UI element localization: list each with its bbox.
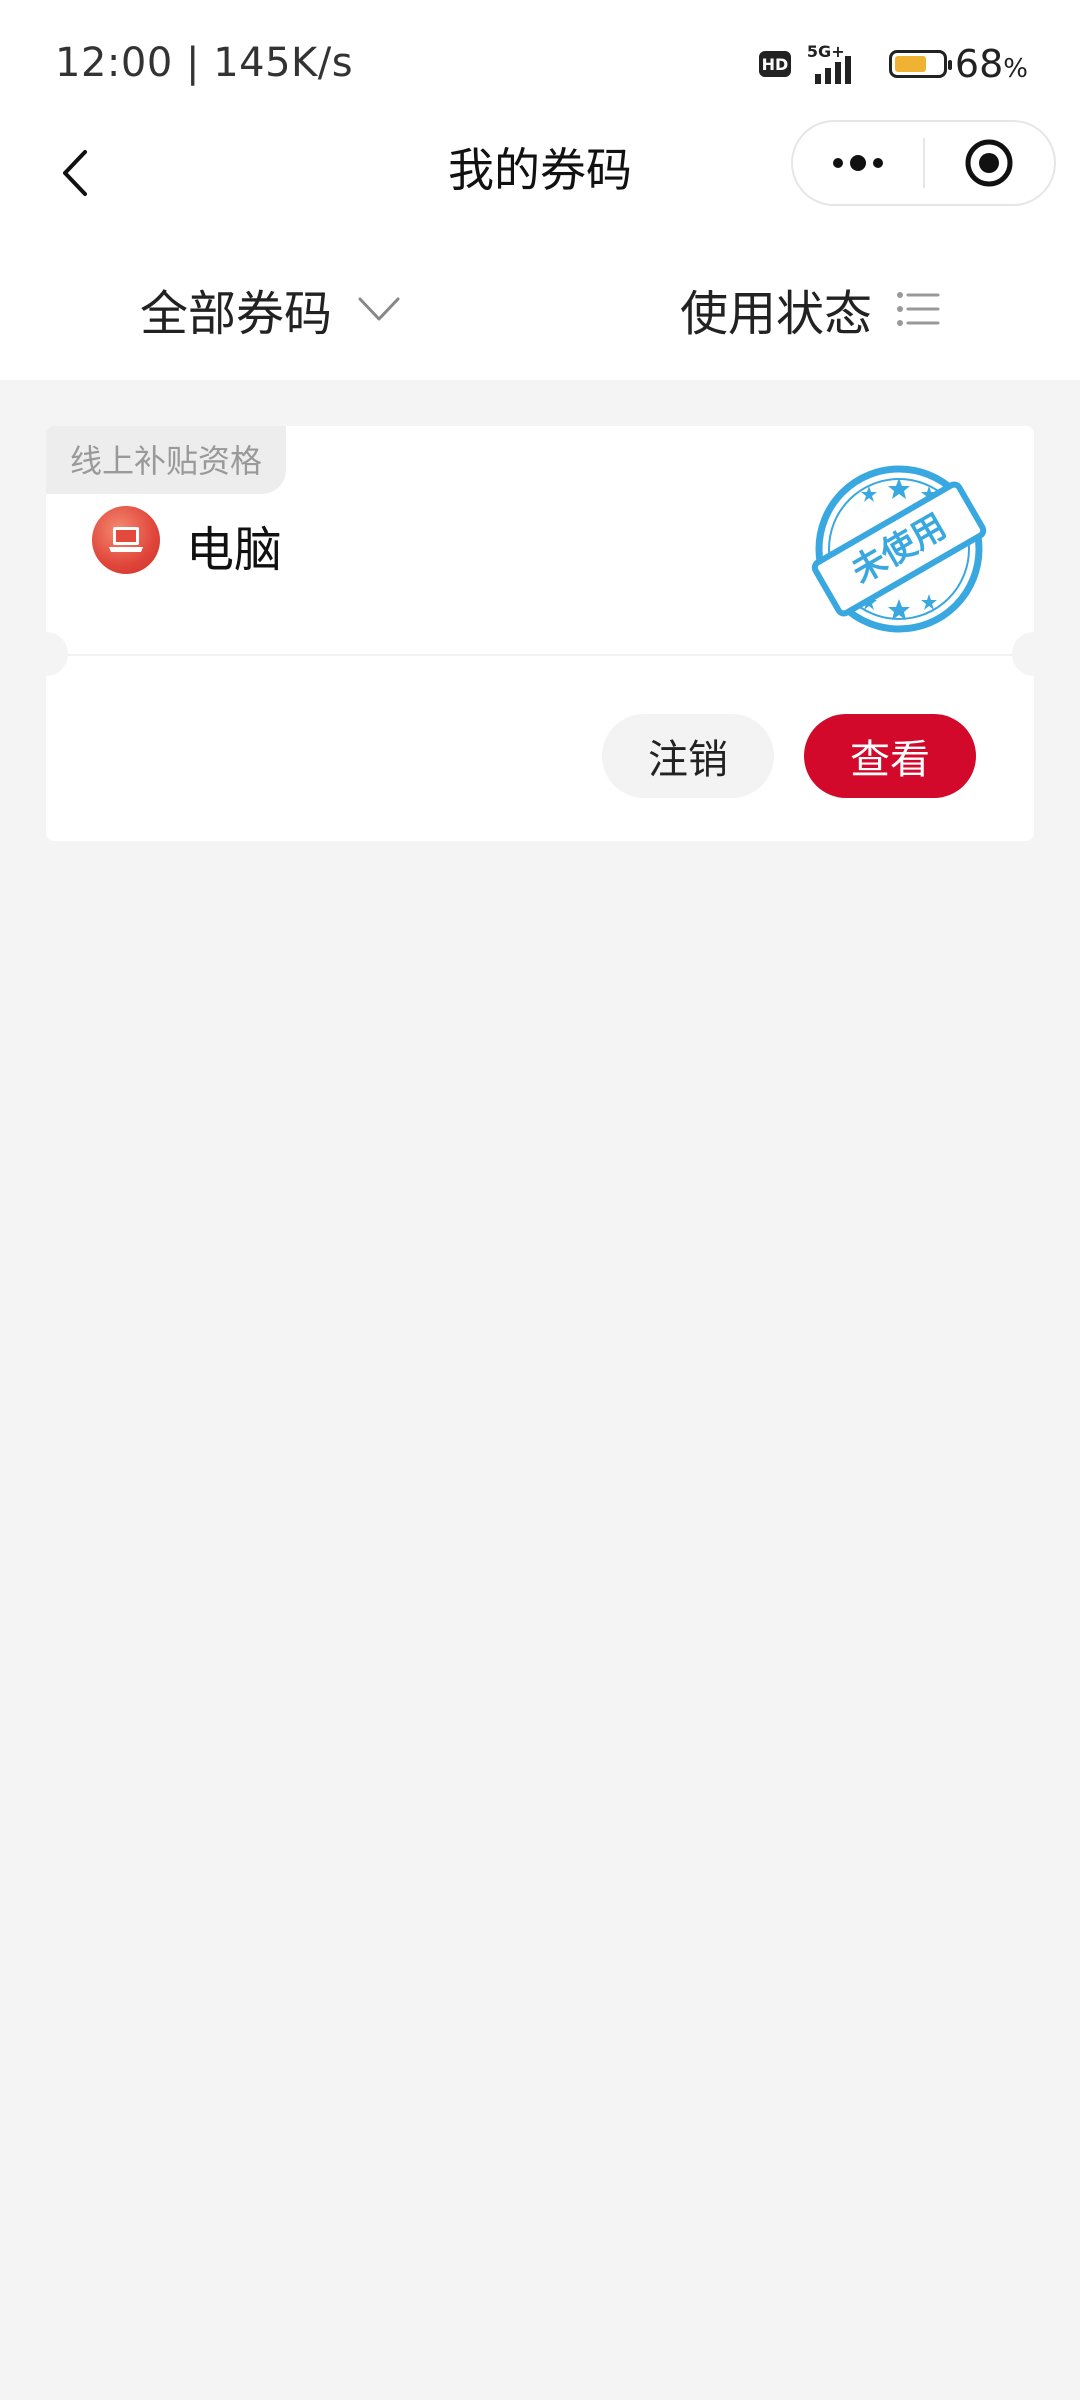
view-button[interactable]: 查看: [804, 714, 976, 798]
unused-stamp-icon: 未使用: [811, 465, 987, 633]
status-bar: 12:00 | 145K/s HD 5G+ 68%: [0, 0, 1080, 120]
battery-icon: [888, 50, 952, 78]
chevron-down-icon: [358, 297, 400, 321]
mini-program-capsule: [791, 120, 1056, 206]
list-icon: [897, 292, 940, 326]
network-speed: 145K/s: [213, 40, 354, 86]
coupon-divider: [46, 654, 1034, 656]
more-dots-icon: [832, 155, 883, 171]
hd-icon: HD: [758, 51, 791, 77]
battery-indicator: 68%: [888, 42, 1028, 86]
status-separator: |: [186, 40, 214, 86]
target-icon: [965, 139, 1013, 187]
battery-text: 68%: [955, 42, 1028, 86]
filter-all-label: 全部券码: [140, 286, 333, 342]
product-name: 电脑: [186, 522, 283, 578]
coupon-card[interactable]: 线上补贴资格 电脑 未使用 注销 查看: [24, 426, 1056, 841]
cancel-button[interactable]: 注销: [602, 714, 774, 798]
filter-usage-status[interactable]: 使用状态: [680, 274, 940, 344]
battery-unit: %: [1003, 54, 1028, 84]
status-left: 12:00 | 145K/s: [55, 40, 353, 86]
coupon-type-tag: 线上补贴资格: [46, 426, 287, 494]
signal-icon: 5G+: [805, 42, 875, 84]
filter-bar: 全部券码 使用状态: [0, 230, 1080, 380]
coupon-notch-right: [1012, 632, 1056, 676]
filter-all-coupons[interactable]: 全部券码: [140, 274, 402, 344]
more-button[interactable]: [793, 122, 923, 204]
battery-percent: 68: [954, 42, 1004, 86]
battery-fill: [894, 56, 927, 72]
laptop-icon: [92, 506, 160, 574]
filter-status-label: 使用状态: [680, 286, 873, 342]
coupon-notch-left: [24, 632, 68, 676]
coupon-header: 线上补贴资格 电脑 未使用: [46, 426, 1034, 654]
laptop-glyph: [109, 527, 143, 552]
signal-bars: [814, 56, 851, 84]
status-time: 12:00: [55, 40, 173, 86]
close-button[interactable]: [925, 122, 1055, 204]
status-right: HD 5G+ 68%: [758, 42, 1028, 86]
nav-bar: 我的券码: [0, 120, 1080, 230]
